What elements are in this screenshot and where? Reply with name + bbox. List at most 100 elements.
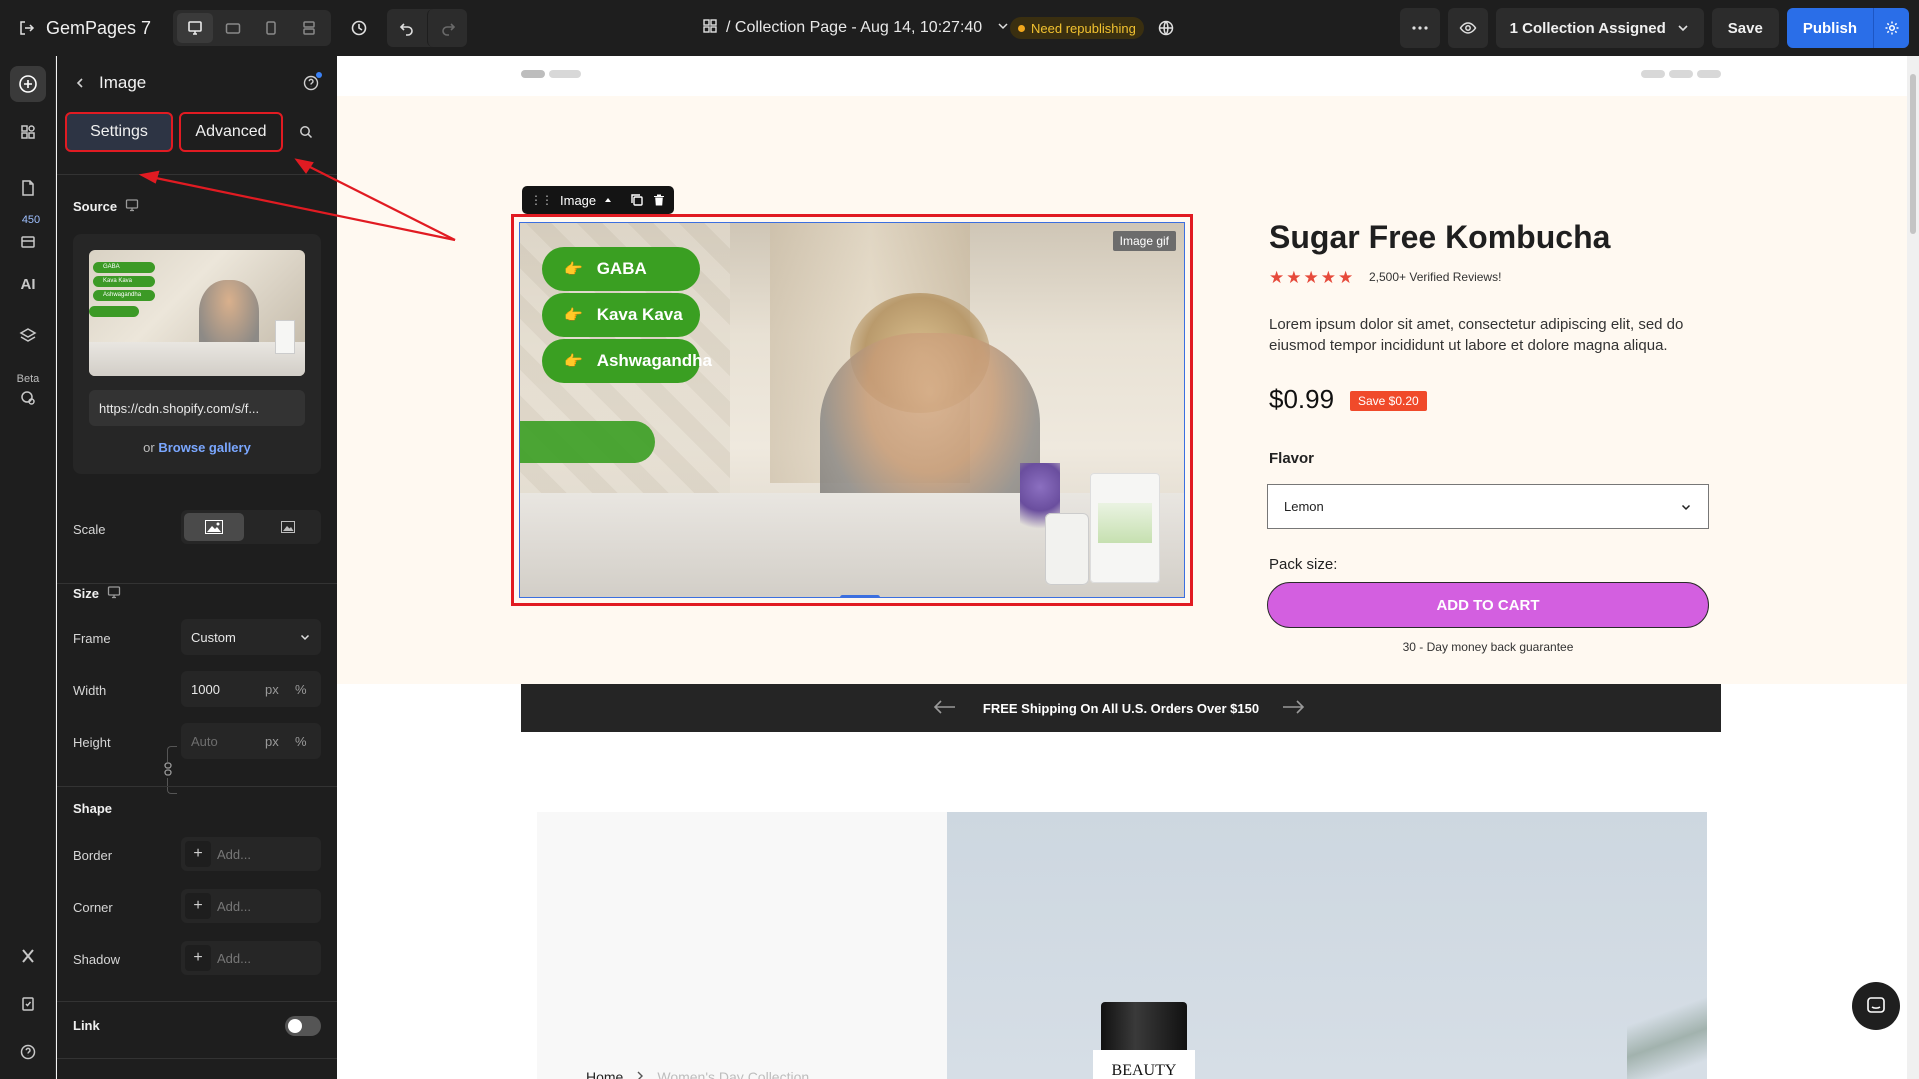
scale-fill-icon[interactable] [184,513,244,541]
publish-settings-button[interactable] [1873,8,1909,48]
add-to-cart-button[interactable]: ADD TO CART [1267,582,1709,628]
corner-label: Corner [73,900,113,915]
undo-icon[interactable] [387,9,427,47]
preview-button[interactable] [1447,8,1488,48]
more-options-button[interactable] [1399,8,1440,48]
tab-settings[interactable]: Settings [65,112,173,152]
back-arrow-icon[interactable] [71,74,89,92]
image-thumbnail[interactable]: GABA Kava Kava Ashwagandha [89,250,305,376]
gear-icon [1885,21,1898,35]
pointing-hand-icon: 👉 [564,307,583,324]
page-title-dropdown[interactable]: / Collection Page - Aug 14, 10:27:40 [702,0,1010,56]
product-title: Sugar Free Kombucha [1269,219,1611,255]
chat-support-button[interactable] [1852,982,1900,1030]
unit-px-button[interactable]: px [265,682,279,697]
drag-handle-icon[interactable]: ⋮⋮ [530,193,553,207]
arrow-left-icon[interactable] [933,694,957,720]
hero-image[interactable]: 👉 GABA 👉 Kava Kava 👉 Ashwagandha Image g… [519,222,1185,598]
chevron-down-icon [996,19,1010,38]
tasks-icon[interactable] [10,986,46,1022]
tab-advanced[interactable]: Advanced [179,112,283,152]
thumb-pill-blank [89,306,139,317]
height-input[interactable]: Auto px % [181,723,321,759]
search-icon[interactable] [293,119,319,145]
plus-icon: + [185,841,211,867]
mobile-icon[interactable] [253,13,289,43]
divider [57,1001,337,1002]
page-title: / Collection Page - Aug 14, 10:27:40 [726,19,983,36]
trash-icon[interactable] [652,193,666,207]
skeleton-bar [1669,70,1693,78]
divider [57,786,337,787]
plus-icon: + [185,893,211,919]
product-hero-section[interactable]: ⋮⋮ Image 👉 GABA 👉 Kava Kava 👉 Ashwagandh… [337,96,1907,684]
save-badge: Save $0.20 [1350,391,1427,411]
scale-fit-icon[interactable] [258,513,318,541]
chevron-down-icon [1681,504,1691,510]
add-element-icon[interactable] [10,66,46,102]
element-help-icon[interactable] [301,72,322,93]
duplicate-icon[interactable] [630,193,644,207]
save-button[interactable]: Save [1711,8,1779,48]
theme-style-icon[interactable] [10,380,46,416]
flavor-label: Flavor [1269,450,1315,467]
pages-icon[interactable] [10,170,46,206]
collection-assigned-dropdown[interactable]: 1 Collection Assigned [1495,8,1704,48]
ingredient-pill: 👉 GABA [542,247,700,291]
tablet-landscape-icon[interactable] [215,13,251,43]
canvas-scrollbar[interactable] [1907,56,1919,1079]
border-label: Border [73,848,113,863]
layout-icon[interactable] [291,13,327,43]
caret-up-icon[interactable] [604,196,612,204]
flavor-select[interactable]: Lemon [1267,484,1709,529]
border-add-field[interactable]: + Add... [181,837,321,871]
collection-banner-image[interactable]: BEAUTY [947,812,1707,1079]
ai-assistant-icon[interactable]: AI [10,266,46,302]
breadcrumb: Home Women's Day Collection [586,1069,809,1079]
collection-banner-left [537,812,947,1079]
width-input[interactable]: 1000 px % [181,671,321,707]
scrollbar-thumb[interactable] [1910,74,1916,234]
arrow-right-icon[interactable] [1281,694,1305,720]
plus-icon: + [185,945,211,971]
image-type-tag: Image gif [1112,231,1176,251]
x-logo-icon[interactable] [10,938,46,974]
top-bar: GemPages 7 / Collection Page - Aug 14, 1… [0,0,1919,56]
layers-icon[interactable] [10,318,46,354]
divider [57,583,337,584]
components-icon[interactable] [10,114,46,150]
pointing-hand-icon: 👉 [564,261,583,278]
link-chain-icon[interactable] [161,762,175,778]
resize-handle[interactable] [840,595,880,597]
library-icon[interactable] [10,224,46,260]
image-bottle [1045,513,1089,585]
unit-percent-button[interactable]: % [295,682,307,697]
height-label: Height [73,735,111,750]
frame-select[interactable]: Custom [181,619,321,655]
desktop-icon[interactable] [177,13,214,43]
publish-button[interactable]: Publish [1786,8,1873,48]
app-logo: GemPages 7 [18,18,151,39]
corner-add-field[interactable]: + Add... [181,889,321,923]
publish-group: Publish [1786,8,1909,48]
history-icon[interactable] [341,10,377,46]
thumb-pill: GABA [93,262,155,273]
browse-gallery-link[interactable]: Browse gallery [158,440,251,455]
guarantee-text: 30 - Day money back guarantee [1402,640,1574,654]
shadow-add-field[interactable]: + Add... [181,941,321,975]
globe-icon[interactable] [1148,10,1184,46]
help-icon[interactable] [10,1034,46,1070]
skeleton-bar [1697,70,1721,78]
shipping-announcement-bar: FREE Shipping On All U.S. Orders Over $1… [521,684,1721,732]
image-url-field[interactable]: https://cdn.shopify.com/s/f... [89,390,305,426]
redo-icon[interactable] [427,9,467,47]
selected-image-element[interactable]: 👉 GABA 👉 Kava Kava 👉 Ashwagandha Image g… [511,214,1193,606]
link-toggle[interactable] [285,1016,321,1036]
unit-px-button[interactable]: px [265,734,279,749]
browse-gallery-row: or Browse gallery [143,440,251,455]
star-icon: ★ [1303,268,1319,287]
unit-percent-button[interactable]: % [295,734,307,749]
breadcrumb-home[interactable]: Home [586,1069,623,1079]
image-element-toolbar[interactable]: ⋮⋮ Image [522,186,675,214]
exit-icon[interactable] [18,19,36,37]
